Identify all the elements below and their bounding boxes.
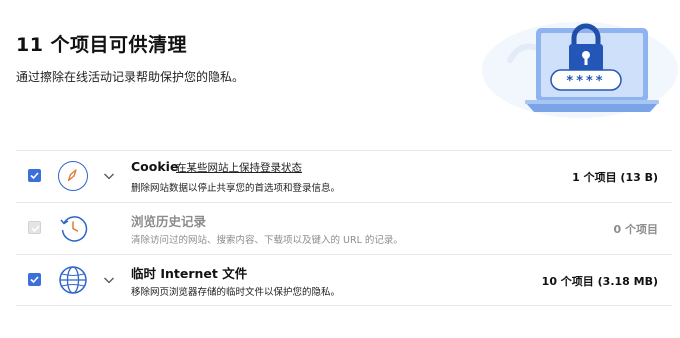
list-item-temporary-internet-files: 临时 Internet 文件 移除网页浏览器存储的临时文件以保护您的隐私。 10… [16, 254, 672, 306]
page-title: 11 个项目可供清理 [16, 34, 188, 56]
item-count: 10 个项目 (3.18 MB) [541, 275, 658, 288]
globe-icon [58, 265, 88, 295]
item-count: 1 个项目 (13 B) [572, 171, 658, 184]
item-description: 删除网站数据以停止共享您的首选项和登录信息。 [131, 183, 341, 194]
temporary-files-checkbox[interactable] [28, 273, 41, 286]
item-count: 0 个项目 [613, 223, 658, 236]
history-clock-icon [58, 213, 88, 243]
chevron-down-icon[interactable] [102, 168, 116, 182]
check-icon [31, 225, 40, 233]
cleanup-item-list: Cookie 在某些网站上保持登录状态 删除网站数据以停止共享您的首选项和登录信… [16, 150, 672, 306]
stay-signed-in-link[interactable]: 在某些网站上保持登录状态 [176, 160, 302, 175]
list-item-browsing-history: 浏览历史记录 清除访问过的网站、搜索内容、下载项以及键入的 URL 的记录。 0… [16, 202, 672, 254]
compass-icon [58, 161, 88, 191]
item-description: 移除网页浏览器存储的临时文件以保护您的隐私。 [131, 287, 341, 298]
page-subtitle: 通过擦除在线活动记录帮助保护您的隐私。 [16, 70, 245, 84]
item-title: Cookie [131, 159, 179, 174]
chevron-down-icon[interactable] [102, 272, 116, 286]
list-item-cookie: Cookie 在某些网站上保持登录状态 删除网站数据以停止共享您的首选项和登录信… [16, 150, 672, 202]
item-description: 清除访问过的网站、搜索内容、下载项以及键入的 URL 的记录。 [131, 235, 403, 246]
cookie-checkbox[interactable] [28, 169, 41, 182]
item-title: 浏览历史记录 [131, 214, 207, 229]
check-icon [30, 172, 39, 180]
browsing-history-checkbox[interactable] [28, 221, 41, 234]
laptop-lock-illustration: **** [470, 8, 680, 126]
check-icon [30, 276, 39, 284]
item-title: 临时 Internet 文件 [131, 266, 248, 281]
password-mask: **** [566, 74, 605, 89]
